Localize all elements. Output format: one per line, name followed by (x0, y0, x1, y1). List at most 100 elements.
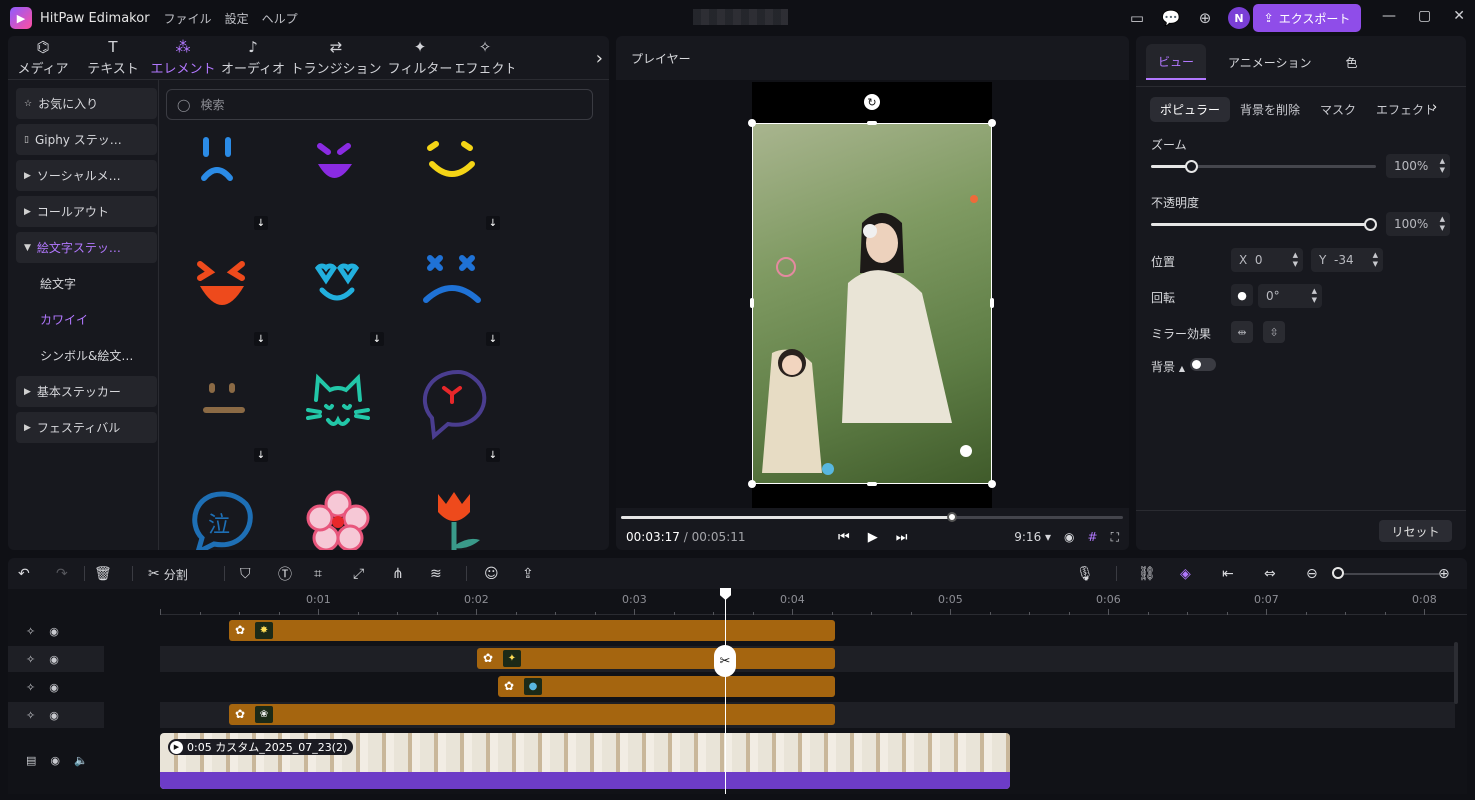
sidebar-item-favorites[interactable]: ☆ お気に入り (16, 88, 157, 119)
video-clip[interactable]: ▶ 0:05 カスタム_2025_07_23(2) (160, 733, 1010, 789)
seek-bar[interactable] (621, 512, 1123, 522)
menu-file[interactable]: ファイル (164, 10, 212, 27)
sticker-cat-face[interactable] (282, 360, 386, 464)
delete-icon[interactable]: 🗑 (94, 564, 112, 584)
opacity-knob[interactable] (1364, 218, 1377, 231)
vertical-scrollbar[interactable] (1454, 642, 1458, 704)
download-icon[interactable]: ↓ (254, 332, 268, 346)
sticker-dizzy-face[interactable]: ↓ (398, 244, 502, 348)
resize-handle-bottom[interactable] (867, 482, 877, 486)
search-input[interactable]: ◯ 検索 (166, 89, 593, 120)
sticker-track-icon[interactable]: ✧ (26, 709, 35, 722)
resize-handle-top[interactable] (867, 121, 877, 125)
position-y-field[interactable]: Y -34 ▲ ▼ (1311, 248, 1383, 272)
link-icon[interactable]: ⛓ (1138, 564, 1156, 584)
sticker-track-icon[interactable]: ✧ (26, 681, 35, 694)
tab-color[interactable]: 色 (1334, 44, 1370, 80)
subtab-mask[interactable]: マスク (1310, 97, 1366, 122)
sidebar-item-social[interactable]: ▶ ソーシャルメ… (16, 160, 157, 191)
download-icon[interactable]: ↓ (486, 216, 500, 230)
stepper-icon[interactable]: ▲ ▼ (1440, 157, 1445, 175)
resize-handle-right[interactable] (990, 298, 994, 308)
sticker-tulip[interactable] (398, 476, 502, 550)
zoom-value-field[interactable]: 100% ▲ ▼ (1386, 154, 1450, 178)
film-icon[interactable]: ▤ (26, 754, 36, 767)
export-button[interactable]: ⇪ エクスポート (1253, 4, 1361, 32)
tab-audio[interactable]: ♪ オーディオ (218, 36, 288, 79)
tab-filter[interactable]: ✦ フィルター (384, 36, 456, 79)
fit-width-icon[interactable]: ⇔ (1264, 564, 1276, 584)
stepper-icon[interactable]: ▲ ▼ (1373, 251, 1378, 269)
crop-icon[interactable]: ⌗ (314, 564, 322, 584)
resize-icon[interactable]: ⤢ (353, 564, 364, 584)
sidebar-item-callout[interactable]: ▶ コールアウト (16, 196, 157, 227)
resize-handle-tr[interactable] (988, 119, 996, 127)
visibility-icon[interactable]: ◉ (50, 754, 60, 767)
resize-handle-left[interactable] (750, 298, 754, 308)
chevron-right-icon[interactable]: › (1432, 100, 1437, 115)
time-ruler[interactable]: 0:01 0:02 0:03 0:04 0:05 0:06 0:07 0:08 (160, 589, 1467, 615)
marker-icon[interactable]: ⛉ (240, 564, 251, 584)
sidebar-item-symbols[interactable]: シンボル&絵文… (16, 340, 157, 371)
play-icon[interactable]: ▶ (170, 740, 183, 754)
split-button[interactable]: ✂ 分割 (148, 564, 188, 584)
sticker-heart-eyes-face[interactable]: ↓ (282, 244, 386, 348)
visibility-icon[interactable]: ◉ (49, 625, 59, 638)
scissors-icon[interactable]: ✂ (714, 645, 736, 677)
sticker-smile-face[interactable] (282, 128, 386, 232)
tab-element[interactable]: ⁂ エレメント (148, 36, 218, 79)
download-icon[interactable]: ↓ (254, 448, 268, 462)
sidebar-item-basic-stickers[interactable]: ▶ 基本ステッカー (16, 376, 157, 407)
sidebar-item-emoji-stickers[interactable]: ▼ 絵文字ステッ… (16, 232, 157, 263)
opacity-slider[interactable] (1151, 218, 1377, 231)
chevron-right-icon[interactable]: › (596, 48, 603, 69)
redo-icon[interactable]: ↷ (56, 564, 68, 584)
sticker-angry-bubble[interactable]: ↓ (398, 360, 502, 464)
play-icon[interactable]: ▶ (868, 530, 878, 545)
sticker-clip[interactable]: ✿ ✦ (477, 648, 835, 669)
tab-view[interactable]: ビュー (1146, 44, 1207, 80)
sticker-track-icon[interactable]: ✧ (26, 625, 35, 638)
export-frame-icon[interactable]: ⇪ (522, 564, 534, 584)
microphone-icon[interactable]: 🎙 (1076, 564, 1094, 584)
speed-icon[interactable]: ≋ (430, 564, 442, 584)
fullscreen-icon[interactable]: ⛶ (1111, 530, 1119, 545)
sidebar-item-emoji[interactable]: 絵文字 (16, 268, 157, 299)
prev-frame-icon[interactable]: ⏮ (838, 530, 850, 545)
sticker-clip[interactable]: ✿ ❀ (229, 704, 835, 725)
sticker-cry-bubble[interactable]: 泣 ↓ (166, 476, 270, 550)
visibility-icon[interactable]: ◉ (49, 653, 59, 666)
sticker-neutral-face[interactable]: ↓ (166, 360, 270, 464)
rotate-dial-icon[interactable]: ● (1231, 284, 1253, 306)
stepper-icon[interactable]: ▲ ▼ (1312, 287, 1317, 305)
sticker-clip[interactable]: ✿ ● (498, 676, 835, 697)
resize-handle-bl[interactable] (748, 480, 756, 488)
layout-icon[interactable]: ▭ (1126, 7, 1148, 29)
rotate-handle-icon[interactable]: ↻ (864, 94, 880, 110)
mirror-icon[interactable]: ⋔ (392, 564, 404, 584)
timeline-zoom-slider[interactable] (1337, 573, 1439, 575)
sticker-track-icon[interactable]: ✧ (26, 653, 35, 666)
sticker-yellow-smile[interactable]: ↓ (398, 128, 502, 232)
resize-handle-br[interactable] (988, 480, 996, 488)
playhead[interactable] (725, 589, 726, 794)
menu-settings[interactable]: 設定 (225, 10, 249, 27)
maximize-icon[interactable]: ▢ (1418, 8, 1431, 24)
undo-icon[interactable]: ↶ (18, 564, 30, 584)
snapshot-icon[interactable]: ◉ (1064, 530, 1074, 544)
sticker-sad-face[interactable]: ↓ (166, 128, 270, 232)
rotate-value-field[interactable]: 0° ▲ ▼ (1258, 284, 1322, 308)
position-x-field[interactable]: X 0 ▲ ▼ (1231, 248, 1303, 272)
download-icon[interactable]: ↓ (486, 448, 500, 462)
split-track-icon[interactable]: ⇤ (1222, 564, 1234, 584)
minimize-icon[interactable]: — (1382, 8, 1396, 24)
reset-button[interactable]: リセット (1379, 520, 1452, 542)
stepper-icon[interactable]: ▲ ▼ (1293, 251, 1298, 269)
aspect-ratio-select[interactable]: 9:16 ▾ (1014, 530, 1051, 544)
grid-icon[interactable]: # (1088, 530, 1098, 544)
zoom-out-icon[interactable]: ⊖ (1306, 564, 1318, 584)
next-frame-icon[interactable]: ⏭ (896, 530, 908, 545)
download-icon[interactable]: ↓ (254, 216, 268, 230)
tab-effect[interactable]: ✧ エフェクト (456, 36, 514, 79)
visibility-icon[interactable]: ◉ (49, 709, 59, 722)
